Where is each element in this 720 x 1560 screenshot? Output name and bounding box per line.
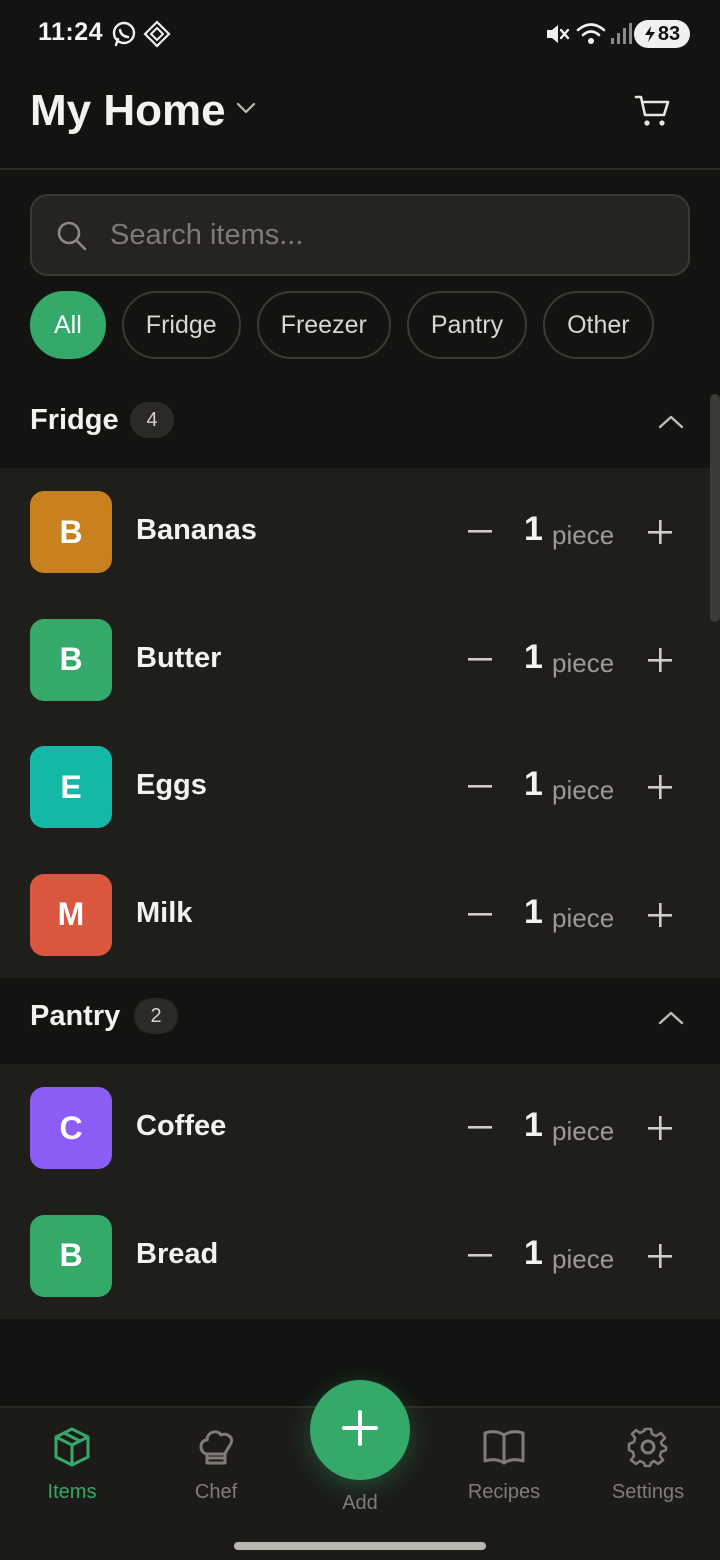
wifi-icon — [576, 20, 606, 53]
decrease-button[interactable] — [462, 1238, 498, 1274]
list-item[interactable]: E Eggs 1 piece — [0, 723, 720, 851]
chevron-down-icon[interactable] — [234, 96, 258, 125]
quantity-unit: piece — [552, 1243, 615, 1274]
list-item[interactable]: B Bread 1 piece — [0, 1192, 720, 1320]
item-name: Butter — [136, 641, 222, 674]
increase-button[interactable] — [642, 1238, 678, 1274]
nav-items[interactable]: Items — [2, 1426, 142, 1516]
nav-label: Settings — [611, 1481, 685, 1503]
item-list-fridge: B Bananas 1 piece B Butter 1 piece E Egg… — [0, 468, 720, 978]
plus-icon — [342, 1409, 378, 1451]
box-icon — [51, 1426, 93, 1473]
list-item[interactable]: B Bananas 1 piece — [0, 468, 720, 596]
item-avatar: B — [30, 1214, 112, 1297]
chef-hat-icon — [195, 1426, 237, 1473]
list-item[interactable]: M Milk 1 piece — [0, 851, 720, 979]
nav-chef[interactable]: Chef — [146, 1426, 286, 1516]
decrease-button[interactable] — [462, 1110, 498, 1146]
chip-pantry[interactable]: Pantry — [406, 291, 528, 359]
quantity-value: 1 — [524, 637, 543, 676]
app-header: My Home — [0, 70, 720, 170]
count-badge: 4 — [130, 402, 174, 438]
quantity-unit: piece — [552, 1116, 615, 1146]
decrease-button[interactable] — [462, 642, 498, 678]
item-list-pantry: C Coffee 1 piece B Bread 1 piece — [0, 1064, 720, 1319]
section-header-fridge[interactable]: Fridge 4 — [0, 382, 720, 468]
increase-button[interactable] — [642, 897, 678, 933]
cart-button[interactable] — [628, 88, 678, 138]
signal-icon — [610, 20, 632, 53]
app-notification-icon — [143, 20, 171, 53]
decrease-button[interactable] — [462, 897, 498, 933]
nav-settings[interactable]: Settings — [578, 1426, 718, 1516]
quantity-value: 1 — [524, 1106, 543, 1144]
status-bar: 11:24 83 — [0, 0, 720, 70]
nav-label: Recipes — [467, 1481, 541, 1503]
mute-icon — [544, 20, 570, 53]
item-name: Eggs — [136, 769, 207, 801]
whatsapp-icon — [110, 20, 138, 53]
section-header-pantry[interactable]: Pantry 2 — [0, 978, 720, 1064]
increase-button[interactable] — [642, 769, 678, 805]
increase-button[interactable] — [642, 642, 678, 678]
battery-icon: 83 — [634, 20, 690, 48]
quantity-unit: piece — [552, 647, 615, 678]
gear-icon — [627, 1426, 669, 1473]
home-title[interactable]: My Home — [30, 86, 226, 136]
section-title: Pantry — [30, 1000, 121, 1032]
chip-all[interactable]: All — [30, 291, 106, 359]
item-avatar: E — [30, 746, 112, 828]
nav-recipes[interactable]: Recipes — [434, 1426, 574, 1516]
quantity-unit: piece — [552, 775, 615, 805]
battery-level: 83 — [657, 22, 681, 45]
book-icon — [482, 1426, 526, 1473]
quantity-unit: piece — [552, 902, 615, 933]
item-avatar: C — [30, 1087, 112, 1169]
quantity-value: 1 — [524, 892, 543, 931]
filter-chips: All Fridge Freezer Pantry Other — [30, 291, 654, 359]
chip-fridge[interactable]: Fridge — [121, 291, 241, 359]
item-name: Bananas — [136, 514, 257, 546]
list-item[interactable]: C Coffee 1 piece — [0, 1064, 720, 1192]
add-button[interactable] — [310, 1380, 410, 1480]
search-input[interactable] — [110, 212, 670, 258]
quantity-value: 1 — [524, 510, 543, 548]
home-indicator[interactable] — [234, 1542, 486, 1550]
item-name: Coffee — [136, 1110, 227, 1142]
increase-button[interactable] — [642, 1110, 678, 1146]
chip-freezer[interactable]: Freezer — [256, 291, 391, 359]
item-avatar: M — [30, 873, 112, 956]
increase-button[interactable] — [642, 514, 678, 550]
section-title: Fridge — [30, 404, 119, 436]
item-avatar: B — [30, 618, 112, 701]
decrease-button[interactable] — [462, 769, 498, 805]
chip-other[interactable]: Other — [543, 291, 654, 359]
count-badge: 2 — [134, 998, 178, 1034]
chevron-up-icon[interactable] — [656, 1008, 686, 1033]
cart-icon — [634, 93, 672, 134]
item-avatar: B — [30, 491, 112, 573]
nav-label: Chef — [194, 1481, 238, 1503]
add-label: Add — [342, 1492, 378, 1514]
decrease-button[interactable] — [462, 514, 498, 550]
quantity-unit: piece — [552, 520, 615, 550]
status-time: 11:24 — [38, 18, 104, 46]
item-name: Bread — [136, 1237, 219, 1270]
search-icon — [56, 220, 88, 257]
quantity-value: 1 — [524, 1233, 543, 1272]
item-name: Milk — [136, 896, 193, 929]
search-bar[interactable] — [30, 194, 690, 276]
quantity-value: 1 — [524, 765, 543, 803]
scrollbar[interactable] — [710, 394, 720, 622]
nav-label: Items — [47, 1481, 97, 1503]
list-item[interactable]: B Butter 1 piece — [0, 596, 720, 724]
chevron-up-icon[interactable] — [656, 412, 686, 437]
